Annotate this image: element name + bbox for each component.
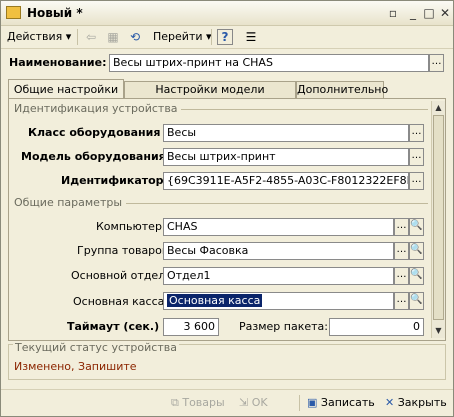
help-icon[interactable]: ? xyxy=(217,29,233,45)
maximize-icon[interactable]: □ xyxy=(421,5,437,21)
dept-select-button[interactable]: … xyxy=(394,267,409,285)
class-label: Класс оборудования : xyxy=(28,126,169,139)
class-select-button[interactable]: … xyxy=(409,124,424,142)
save-button[interactable]: ▣ Записать xyxy=(307,395,375,411)
close-form-icon: ✕ xyxy=(385,396,395,409)
scroll-thumb[interactable] xyxy=(433,115,444,320)
goods-button[interactable]: ⧉ Товары xyxy=(171,395,225,411)
close-button[interactable]: ✕ Закрыть xyxy=(385,395,447,411)
computer-field[interactable]: CHAS xyxy=(163,218,394,236)
window-title: Новый * xyxy=(27,6,83,20)
computer-search-icon[interactable]: 🔍 xyxy=(409,218,424,236)
bottom-bar: ⧉ Товары ⇲ OK ▣ Записать ✕ Закрыть xyxy=(1,389,453,416)
restore-icon[interactable]: ▫ xyxy=(385,5,401,21)
packet-label: Размер пакета: xyxy=(239,320,328,333)
packet-field[interactable]: 0 xyxy=(329,318,424,336)
group-field[interactable]: Весы Фасовка xyxy=(163,242,394,260)
status-title: Текущий статус устройства xyxy=(13,341,179,355)
model-field[interactable]: Весы штрих-принт xyxy=(163,148,409,166)
goods-icon: ⧉ xyxy=(171,396,179,409)
model-select-button[interactable]: … xyxy=(409,148,424,166)
close-icon[interactable]: ✕ xyxy=(437,5,453,21)
status-text: Изменено, Запишите xyxy=(14,360,137,373)
goto-menu[interactable]: Перейти ▾ xyxy=(153,29,212,45)
form-window: Новый * ▫ _ □ ✕ Действия ▾ ⇦ ▦ ⟲ Перейти… xyxy=(0,0,454,417)
class-field[interactable]: Весы xyxy=(163,124,409,142)
tab-model-settings[interactable]: Настройки модели оборудования xyxy=(124,81,296,112)
filter-icon[interactable]: ▦ xyxy=(105,29,121,45)
group-select-button[interactable]: … xyxy=(394,242,409,260)
dept-search-icon[interactable]: 🔍 xyxy=(409,267,424,285)
toolbar: Действия ▾ ⇦ ▦ ⟲ Перейти ▾ ? ☰ xyxy=(1,26,453,49)
identifier-field[interactable]: {69C3911E-A5F2-4855-A03C-F8012322EF8B} xyxy=(163,172,409,190)
tab-general[interactable]: Общие настройки xyxy=(8,79,124,99)
timeout-field[interactable]: 3 600 xyxy=(163,318,219,336)
name-label: Наименование: xyxy=(9,56,107,69)
save-icon: ▣ xyxy=(307,396,318,409)
name-field[interactable]: Весы штрих-принт на CHAS xyxy=(109,54,429,72)
section-device-id: Идентификация устройства xyxy=(14,102,178,115)
ok-button[interactable]: ⇲ OK xyxy=(239,395,268,411)
name-select-button[interactable]: … xyxy=(429,54,444,72)
tab-additional[interactable]: Дополнительно xyxy=(296,81,388,99)
back-icon[interactable]: ⇦ xyxy=(83,29,99,45)
computer-select-button[interactable]: … xyxy=(394,218,409,236)
identifier-label: Идентификатор : xyxy=(61,174,172,187)
identifier-select-button[interactable]: … xyxy=(409,172,424,190)
scroll-up-icon[interactable]: ▲ xyxy=(432,101,445,114)
refresh-icon[interactable]: ⟲ xyxy=(127,29,143,45)
group-label: Группа товаров : xyxy=(77,244,176,257)
cash-search-icon[interactable]: 🔍 xyxy=(409,292,424,310)
model-label: Модель оборудования : xyxy=(21,150,174,163)
actions-menu[interactable]: Действия ▾ xyxy=(7,29,71,45)
tab-scrollbar[interactable]: ▲ ▼ xyxy=(431,101,445,338)
dept-field[interactable]: Отдел1 xyxy=(163,267,394,285)
ok-icon: ⇲ xyxy=(239,396,249,409)
computer-label: Компьютер : xyxy=(96,220,170,233)
dept-label: Основной отдел : xyxy=(71,269,173,282)
title-bar[interactable]: Новый * ▫ _ □ ✕ xyxy=(1,1,453,26)
cash-select-button[interactable]: … xyxy=(394,292,409,310)
minimize-icon[interactable]: _ xyxy=(405,5,421,21)
list-icon[interactable]: ☰ xyxy=(243,29,259,45)
section-general-params: Общие параметры xyxy=(14,196,123,209)
scroll-down-icon[interactable]: ▼ xyxy=(432,324,445,337)
group-search-icon[interactable]: 🔍 xyxy=(409,242,424,260)
window-icon xyxy=(6,6,21,19)
cash-field[interactable]: Основная касса xyxy=(163,292,394,310)
cash-label: Основная касса : xyxy=(73,295,172,308)
timeout-label: Таймаут (сек.) : xyxy=(67,320,168,333)
